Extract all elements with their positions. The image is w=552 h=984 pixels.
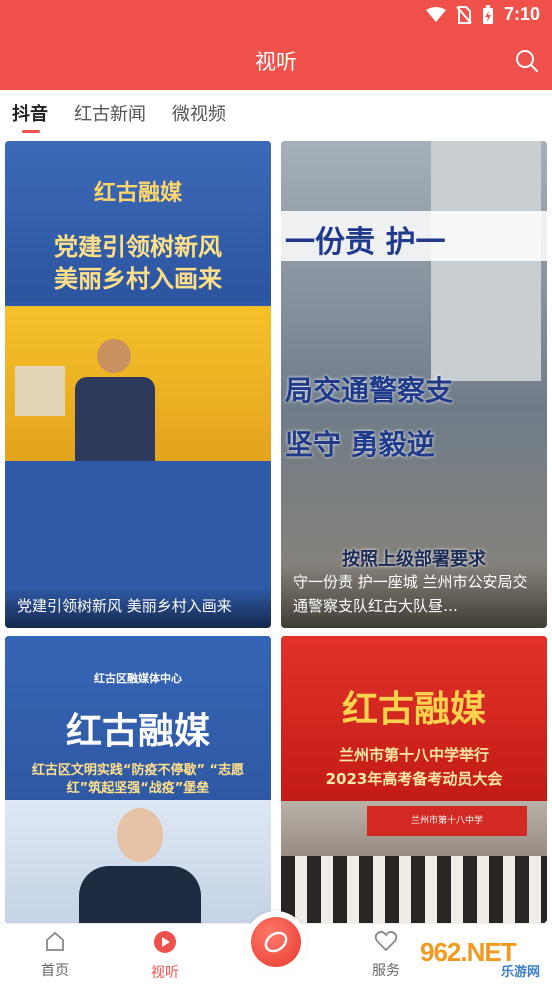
audience: [281, 856, 547, 923]
poster-org: 红古区融媒体中心: [94, 672, 182, 685]
heart-icon: [374, 930, 398, 952]
site-watermark: 962.NET 乐游网: [414, 933, 548, 980]
house-illustration: [15, 366, 65, 416]
tab-douyin[interactable]: 抖音: [12, 100, 48, 126]
video-card-1[interactable]: 红古融媒 党建引领树新风 美丽乡村入画来 党建引领树新风 美丽乡村入画来: [5, 141, 271, 628]
poster-headline-2: 2023年高考备考动员大会: [325, 770, 503, 788]
poster-headline-1: 兰州市第十八中学举行: [338, 746, 489, 764]
center-action-icon: [251, 917, 301, 967]
status-bar: 7:10: [0, 0, 552, 32]
poster-headline: 红古区文明实践“防疫不停歇” “志愿红”筑起坚强“战疫”堡垒: [31, 763, 245, 796]
search-icon: [516, 50, 538, 72]
home-icon: [46, 931, 64, 951]
app-header: 视听: [0, 32, 552, 90]
center-action-button[interactable]: [245, 911, 307, 973]
card-caption: 党建引领树新风 美丽乡村入画来: [5, 588, 271, 628]
video-card-2[interactable]: 一份责 护一 局交通警察支 坚守 勇毅逆 按照上级部署要求 守一份责 护一座城 …: [281, 141, 547, 628]
anchor-head: [117, 808, 163, 862]
watermark-sub: 乐游网: [500, 965, 540, 980]
no-sim-icon: [456, 5, 472, 24]
wifi-icon: [425, 6, 446, 22]
tab-honggu-news[interactable]: 红古新闻: [74, 100, 146, 126]
nav-home-label: 首页: [41, 963, 69, 979]
poster-headline-2: 美丽乡村入画来: [54, 265, 222, 293]
video-card-3[interactable]: 红古区融媒体中心 红古融媒 红古区文明实践“防疫不停歇” “志愿红”筑起坚强“战…: [5, 636, 271, 923]
poster-line-1: 一份责 护一: [285, 225, 446, 260]
video-card-4[interactable]: 红古融媒 兰州市第十八中学举行 2023年高考备考动员大会 兰州市第十八中学: [281, 636, 547, 923]
building: [431, 141, 541, 381]
person-body: [75, 377, 155, 467]
feather-icon: [264, 931, 288, 953]
poster-headline-1: 党建引领树新风: [54, 233, 222, 261]
poster-line-2: 局交通警察支: [285, 374, 454, 407]
poster-brand: 红古融媒: [93, 181, 182, 206]
nav-media-label: 视听: [151, 965, 179, 981]
poster-brand: 红古融媒: [341, 689, 486, 730]
battery-charging-icon: [482, 4, 493, 24]
nav-home[interactable]: 首页: [15, 930, 95, 980]
tab-micro-video[interactable]: 微视频: [172, 100, 226, 126]
card-caption: 守一份责 护一座城 兰州市公安局交通警察支队红古大队昼…: [281, 564, 547, 628]
anchor-body: [79, 866, 201, 923]
search-button[interactable]: [512, 46, 542, 76]
poster-line-3: 坚守 勇毅逆: [285, 428, 435, 461]
poster-brand: 红古融媒: [65, 711, 210, 752]
active-tab-indicator: [22, 130, 40, 133]
nav-media[interactable]: 视听: [125, 930, 205, 982]
play-icon: [154, 931, 176, 953]
status-icons: 7:10: [425, 4, 540, 25]
tab-bar: 抖音 红古新闻 微视频: [0, 90, 552, 134]
person-head: [97, 339, 131, 373]
stage-banner: 兰州市第十八中学: [367, 806, 527, 836]
page-title: 视听: [255, 50, 297, 74]
status-time: 7:10: [503, 4, 540, 24]
